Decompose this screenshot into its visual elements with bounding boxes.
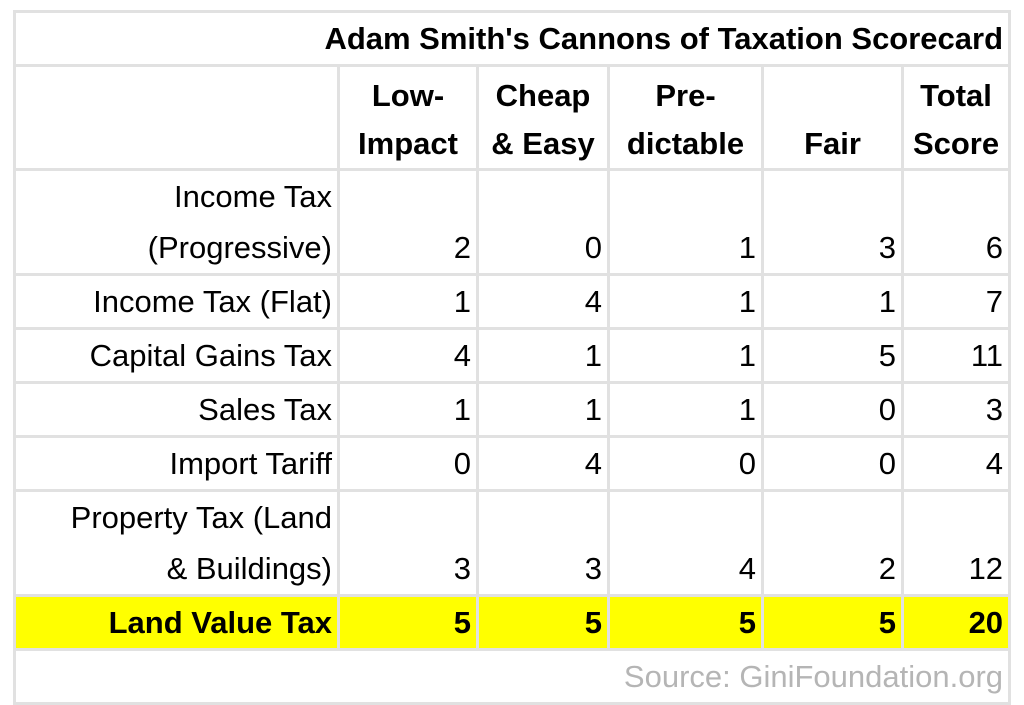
score-cell: 5: [337, 594, 479, 651]
score-cell: 1: [607, 168, 764, 276]
table-row: Sales Tax 1 1 1 0 3: [13, 381, 1012, 438]
scorecard-table: Adam Smith's Cannons of Taxation Scoreca…: [12, 10, 1012, 705]
total-cell: 4: [900, 435, 1012, 492]
score-cell: 0: [337, 435, 479, 492]
row-label: Sales Tax: [13, 381, 340, 438]
score-cell: 4: [607, 489, 764, 597]
source-row: Source: GiniFoundation.org: [12, 648, 1012, 705]
score-cell: 2: [337, 168, 479, 276]
header-cheap-easy: Cheap & Easy: [476, 64, 610, 171]
header-total-score: Total Score: [900, 64, 1012, 171]
score-cell: 1: [337, 273, 479, 330]
score-cell: 1: [337, 381, 479, 438]
score-cell: 0: [761, 435, 904, 492]
score-cell: 0: [476, 168, 610, 276]
score-cell: 0: [761, 381, 904, 438]
score-cell: 5: [761, 594, 904, 651]
score-cell: 5: [761, 327, 904, 384]
score-cell: 4: [476, 435, 610, 492]
title-row: Adam Smith's Cannons of Taxation Scoreca…: [12, 10, 1012, 67]
header-fair: Fair: [761, 64, 904, 171]
header-low-impact: Low- Impact: [337, 64, 479, 171]
score-cell: 5: [607, 594, 764, 651]
table-row: Import Tariff 0 4 0 0 4: [13, 435, 1012, 492]
row-label: Capital Gains Tax: [13, 327, 340, 384]
score-cell: 1: [607, 327, 764, 384]
score-cell: 1: [476, 327, 610, 384]
score-cell: 1: [761, 273, 904, 330]
total-cell: 6: [900, 168, 1012, 276]
header-predictable: Pre-dictable: [607, 64, 764, 171]
score-cell: 3: [476, 489, 610, 597]
score-cell: 4: [476, 273, 610, 330]
score-cell: 1: [607, 381, 764, 438]
row-label: Import Tariff: [13, 435, 340, 492]
total-cell: 12: [900, 489, 1012, 597]
header-empty-cell: [13, 64, 340, 171]
total-cell: 7: [900, 273, 1012, 330]
row-label: Income Tax (Flat): [13, 273, 340, 330]
row-label: Property Tax (Land & Buildings): [13, 489, 340, 597]
score-cell: 2: [761, 489, 904, 597]
score-cell: 3: [337, 489, 479, 597]
source-note: Source: GiniFoundation.org: [12, 648, 1012, 705]
header-row: Low- Impact Cheap & Easy Pre-dictable Fair…: [13, 64, 1012, 171]
table-row: Income Tax (Progressive) 2 0 1 3 6: [13, 168, 1012, 276]
score-cell: 3: [761, 168, 904, 276]
table-title: Adam Smith's Cannons of Taxation Scoreca…: [12, 10, 1012, 67]
total-cell: 11: [900, 327, 1012, 384]
total-cell: 20: [900, 594, 1012, 651]
table-row: Income Tax (Flat) 1 4 1 1 7: [13, 273, 1012, 330]
score-cell: 4: [337, 327, 479, 384]
table-row: Capital Gains Tax 4 1 1 5 11: [13, 327, 1012, 384]
score-cell: 1: [607, 273, 764, 330]
highlighted-table-row: Land Value Tax 5 5 5 5 20: [13, 594, 1012, 651]
table-row: Property Tax (Land & Buildings) 3 3 4 2 1…: [13, 489, 1012, 597]
row-label: Income Tax (Progressive): [13, 168, 340, 276]
score-cell: 1: [476, 381, 610, 438]
row-label: Land Value Tax: [13, 594, 340, 651]
score-cell: 0: [607, 435, 764, 492]
score-cell: 5: [476, 594, 610, 651]
total-cell: 3: [900, 381, 1012, 438]
